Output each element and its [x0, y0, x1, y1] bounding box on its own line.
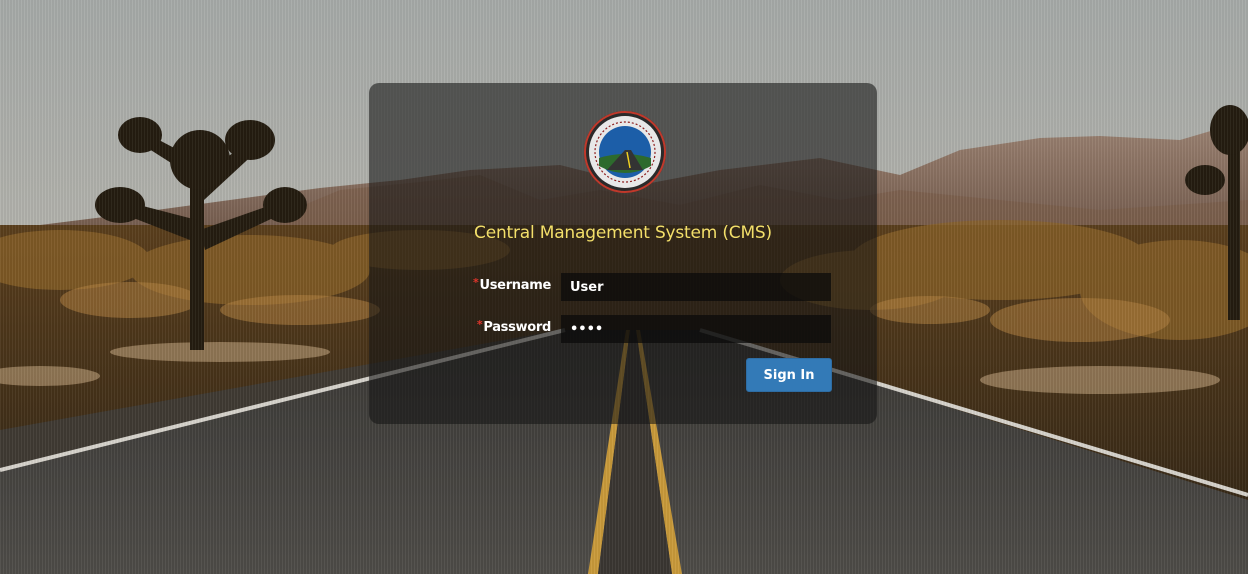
app-title: Central Management System (CMS) [474, 223, 772, 243]
logo-emblem-icon [584, 111, 666, 193]
login-panel: Central Management System (CMS) *Usernam… [369, 83, 877, 424]
sign-in-button[interactable]: Sign In [746, 358, 832, 392]
password-label: *Password [476, 318, 551, 335]
username-row: *Username [369, 273, 877, 301]
required-marker: * [476, 318, 483, 331]
username-label-text: Username [479, 278, 551, 293]
password-input[interactable] [561, 315, 831, 343]
password-row: *Password [369, 315, 877, 343]
password-label-text: Password [483, 320, 551, 335]
department-logo [583, 110, 667, 194]
username-input[interactable] [561, 273, 831, 301]
required-marker: * [473, 276, 479, 289]
username-label: *Username [473, 276, 551, 293]
